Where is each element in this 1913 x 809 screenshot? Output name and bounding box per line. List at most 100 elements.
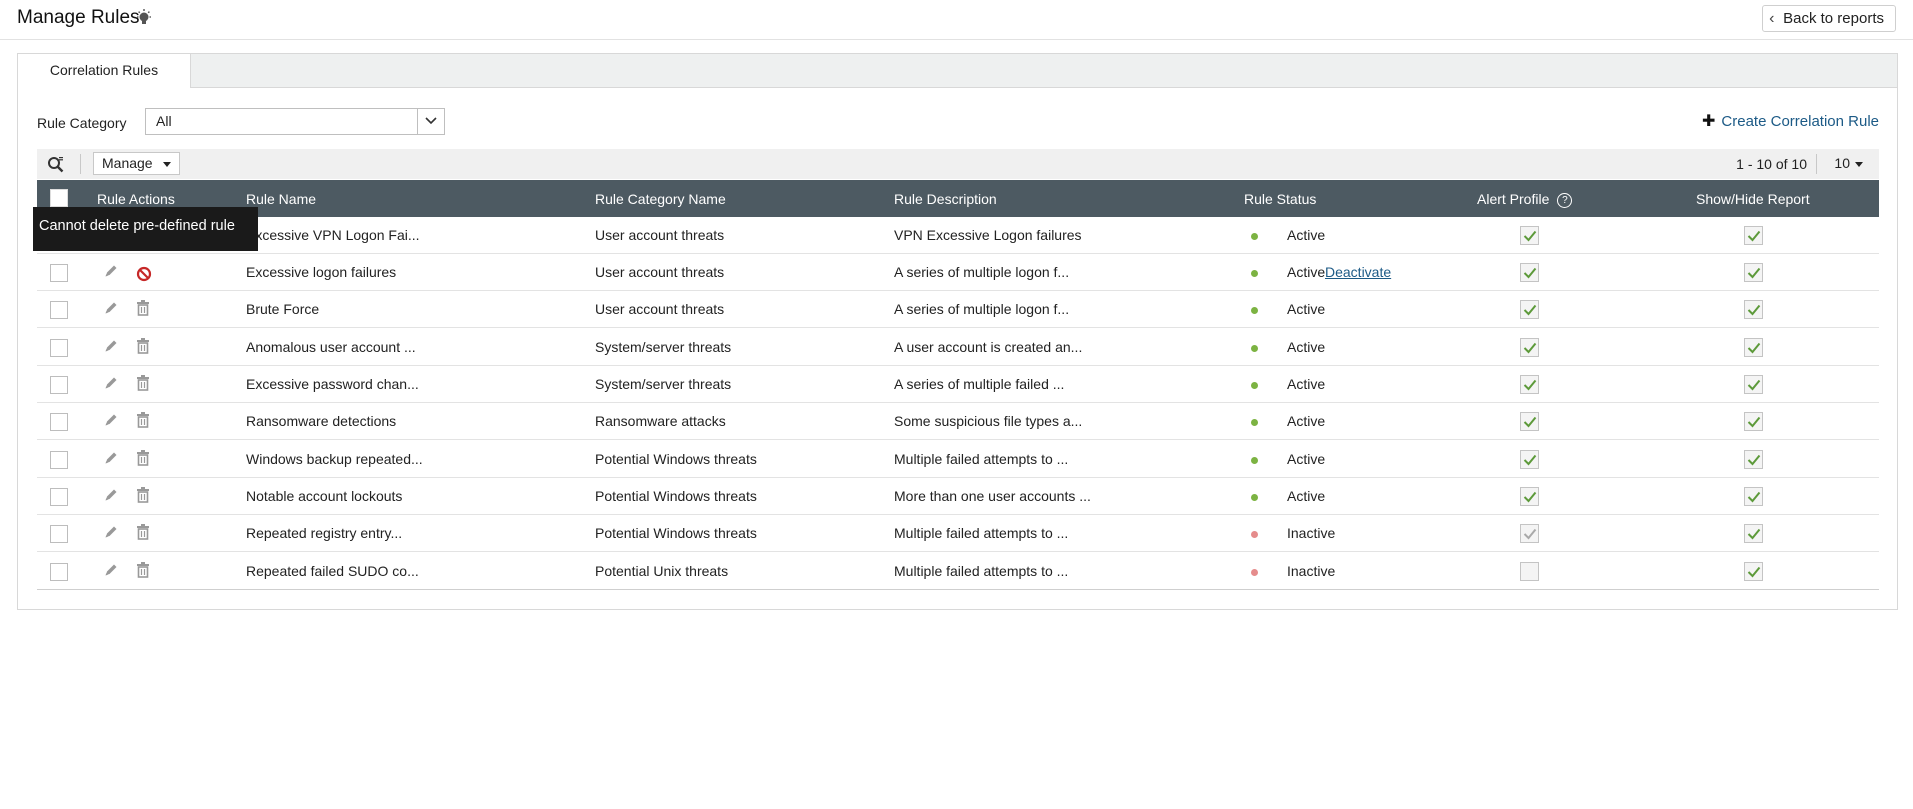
- rows-per-page-select[interactable]: 10: [1834, 155, 1863, 171]
- col-rule-status[interactable]: Rule Status: [1244, 191, 1316, 207]
- alert-profile-checkbox[interactable]: [1520, 300, 1539, 319]
- manage-dropdown-button[interactable]: Manage: [93, 152, 180, 175]
- rule-category: Potential Windows threats: [595, 525, 757, 541]
- tooltip: Cannot delete pre-defined rule: [33, 207, 258, 251]
- row-checkbox[interactable]: [50, 301, 68, 319]
- alert-profile-checkbox[interactable]: [1520, 487, 1539, 506]
- show-report-checkbox[interactable]: [1744, 412, 1763, 431]
- rule-description: A series of multiple logon f...: [894, 301, 1070, 317]
- caret-down-icon: [162, 162, 171, 167]
- rule-category: Potential Windows threats: [595, 488, 757, 504]
- col-show-hide-report: Show/Hide Report: [1696, 191, 1810, 207]
- show-report-checkbox[interactable]: [1744, 524, 1763, 543]
- show-report-checkbox[interactable]: [1744, 450, 1763, 469]
- status-dot: [1251, 270, 1258, 277]
- toolbar-divider: [80, 154, 81, 174]
- rule-name[interactable]: Repeated registry entry...: [246, 525, 402, 541]
- rule-status: Active: [1287, 301, 1326, 317]
- status-dot: [1251, 307, 1258, 314]
- col-rule-category[interactable]: Rule Category Name: [595, 191, 726, 207]
- rule-category: User account threats: [595, 227, 725, 243]
- trash-icon[interactable]: [136, 412, 150, 428]
- pencil-icon[interactable]: [104, 413, 118, 427]
- alert-profile-checkbox[interactable]: [1520, 412, 1539, 431]
- select-all-checkbox[interactable]: [50, 189, 68, 207]
- alert-profile-checkbox[interactable]: [1520, 226, 1539, 245]
- rule-category-select[interactable]: All: [145, 108, 445, 135]
- trash-icon[interactable]: [136, 300, 150, 316]
- show-report-checkbox[interactable]: [1744, 263, 1763, 282]
- alert-profile-checkbox[interactable]: [1520, 450, 1539, 469]
- col-rule-description[interactable]: Rule Description: [894, 191, 997, 207]
- rule-name[interactable]: Ransomware detections: [246, 413, 396, 429]
- row-checkbox[interactable]: [50, 525, 68, 543]
- toolbar-divider: [1816, 154, 1817, 174]
- row-checkbox[interactable]: [50, 264, 68, 282]
- rule-name[interactable]: Windows backup repeated...: [246, 451, 423, 467]
- checkmark-icon: [1747, 491, 1761, 503]
- rule-name[interactable]: Excessive password chan...: [246, 376, 419, 392]
- table-row: Repeated failed SUDO co... Potential Unix…: [37, 553, 1879, 590]
- pencil-icon[interactable]: [104, 339, 118, 353]
- pencil-icon[interactable]: [104, 451, 118, 465]
- rule-name[interactable]: Repeated failed SUDO co...: [246, 563, 419, 579]
- row-checkbox[interactable]: [50, 488, 68, 506]
- tab-bar: Correlation Rules: [18, 53, 1897, 88]
- row-checkbox[interactable]: [50, 563, 68, 581]
- lightbulb-icon[interactable]: [135, 8, 153, 28]
- show-report-checkbox[interactable]: [1744, 487, 1763, 506]
- checkmark-icon: [1523, 528, 1537, 540]
- alert-profile-checkbox[interactable]: [1520, 562, 1539, 581]
- pencil-icon[interactable]: [104, 525, 118, 539]
- rule-name[interactable]: Excessive logon failures: [246, 264, 396, 280]
- rule-category-value: All: [156, 113, 172, 129]
- show-report-checkbox[interactable]: [1744, 300, 1763, 319]
- rule-name[interactable]: Brute Force: [246, 301, 319, 317]
- trash-icon[interactable]: [136, 338, 150, 354]
- show-report-checkbox[interactable]: [1744, 375, 1763, 394]
- row-checkbox[interactable]: [50, 413, 68, 431]
- trash-icon[interactable]: [136, 562, 150, 578]
- pencil-icon[interactable]: [104, 376, 118, 390]
- alert-profile-checkbox[interactable]: [1520, 263, 1539, 282]
- alert-profile-checkbox[interactable]: [1520, 338, 1539, 357]
- row-checkbox[interactable]: [50, 339, 68, 357]
- row-checkbox[interactable]: [50, 376, 68, 394]
- create-correlation-rule-label: Create Correlation Rule: [1721, 113, 1879, 130]
- rule-category-label: Rule Category: [37, 115, 127, 131]
- pencil-icon[interactable]: [104, 301, 118, 315]
- help-icon[interactable]: ?: [1557, 193, 1573, 208]
- deactivate-link[interactable]: Deactivate: [1325, 264, 1391, 280]
- plus-icon: ✚: [1702, 113, 1716, 130]
- trash-icon[interactable]: [136, 524, 150, 540]
- tab-correlation-rules[interactable]: Correlation Rules: [18, 53, 191, 88]
- search-icon[interactable]: [47, 156, 64, 173]
- no-delete-icon[interactable]: [136, 266, 152, 282]
- rule-status: Active: [1287, 227, 1326, 243]
- pencil-icon[interactable]: [104, 488, 118, 502]
- rule-name[interactable]: Excessive VPN Logon Fai...: [246, 227, 420, 243]
- trash-icon[interactable]: [136, 450, 150, 466]
- alert-profile-checkbox[interactable]: [1520, 524, 1539, 543]
- col-rule-name[interactable]: Rule Name: [246, 191, 316, 207]
- pencil-icon[interactable]: [104, 264, 118, 278]
- rule-name[interactable]: Anomalous user account ...: [246, 339, 416, 355]
- show-report-checkbox[interactable]: [1744, 226, 1763, 245]
- back-to-reports-button[interactable]: ‹ Back to reports: [1762, 5, 1896, 32]
- rule-description: Multiple failed attempts to ...: [894, 451, 1069, 467]
- rule-status: Active: [1287, 264, 1326, 280]
- select-arrow[interactable]: [417, 109, 444, 134]
- checkmark-icon: [1523, 454, 1537, 466]
- row-checkbox[interactable]: [50, 451, 68, 469]
- pencil-icon[interactable]: [104, 563, 118, 577]
- trash-icon[interactable]: [136, 487, 150, 503]
- status-dot: [1251, 345, 1258, 352]
- alert-profile-checkbox[interactable]: [1520, 375, 1539, 394]
- show-report-checkbox[interactable]: [1744, 562, 1763, 581]
- create-correlation-rule-link[interactable]: ✚ Create Correlation Rule: [1702, 111, 1879, 131]
- show-report-checkbox[interactable]: [1744, 338, 1763, 357]
- rule-name[interactable]: Notable account lockouts: [246, 488, 402, 504]
- rule-status: Active: [1287, 413, 1326, 429]
- status-dot: [1251, 419, 1258, 426]
- trash-icon[interactable]: [136, 375, 150, 391]
